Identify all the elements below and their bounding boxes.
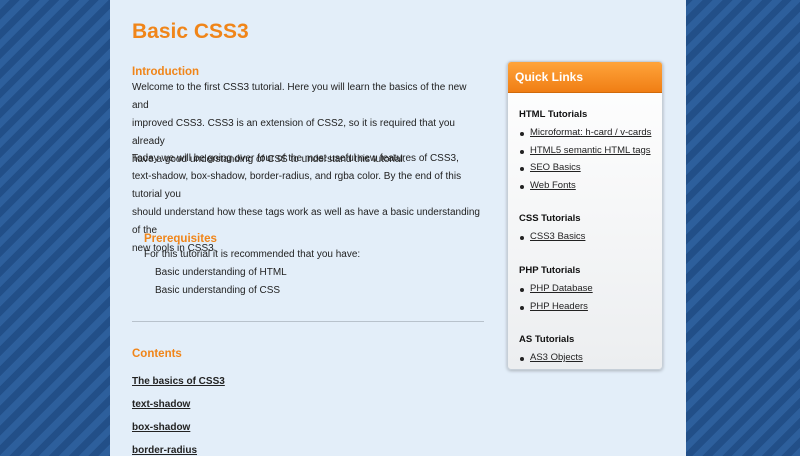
quick-group-css: CSS Tutorials CSS3 Basics <box>519 213 585 249</box>
bullet-icon <box>520 149 524 154</box>
link-css3-basics[interactable]: CSS3 Basics <box>530 231 585 242</box>
list-item: Basic understanding of CSS <box>155 285 281 296</box>
divider <box>132 321 484 322</box>
list-item: HTML5 semantic HTML tags <box>519 145 651 163</box>
contents-heading: Contents <box>132 348 182 360</box>
group-links: Microformat: h-card / v-cards HTML5 sema… <box>519 127 651 197</box>
contents-item: border-radius <box>132 440 225 456</box>
group-title: CSS Tutorials <box>519 213 581 224</box>
list-item: Basic understanding of HTML <box>155 267 287 278</box>
link-php-database[interactable]: PHP Database <box>530 283 593 294</box>
contents-link-box-shadow[interactable]: box-shadow <box>132 422 190 433</box>
prerequisites-list: Basic understanding of HTML Basic unders… <box>155 264 287 300</box>
contents-item: box-shadow <box>132 417 225 440</box>
list-item: PHP Headers <box>519 301 593 319</box>
link-php-headers[interactable]: PHP Headers <box>530 301 588 312</box>
introduction-heading: Introduction <box>132 66 200 78</box>
bullet-icon <box>520 184 524 189</box>
group-title: PHP Tutorials <box>519 265 581 276</box>
bullet-icon <box>520 236 524 240</box>
list-item: SEO Basics <box>519 162 651 180</box>
bullet-icon <box>520 167 524 171</box>
group-links: PHP Database PHP Headers <box>519 283 593 318</box>
link-microformat[interactable]: Microformat: h-card / v-cards <box>530 127 651 138</box>
contents-link-text-shadow[interactable]: text-shadow <box>132 399 190 410</box>
contents-list: The basics of CSS3 text-shadow box-shado… <box>132 371 225 456</box>
quick-links-panel: Quick Links HTML Tutorials Microformat: … <box>507 61 663 370</box>
group-links: CSS3 Basics <box>519 231 585 249</box>
bullet-icon <box>520 305 524 310</box>
paragraph-line: Today we will be going over four of the … <box>132 153 459 164</box>
bullet-icon <box>520 288 524 292</box>
page-content: Basic CSS3 Introduction Welcome to the f… <box>110 0 686 456</box>
quick-group-as: AS Tutorials AS3 Objects <box>519 334 583 369</box>
quick-group-php: PHP Tutorials PHP Database PHP Headers <box>519 265 593 318</box>
paragraph-line: Welcome to the first CSS3 tutorial. Here… <box>132 82 467 111</box>
contents-link-basics[interactable]: The basics of CSS3 <box>132 376 225 387</box>
quick-links-title: Quick Links <box>508 62 662 93</box>
link-html5-semantic[interactable]: HTML5 semantic HTML tags <box>530 145 651 156</box>
link-seo-basics[interactable]: SEO Basics <box>530 162 581 173</box>
bullet-icon <box>520 132 524 136</box>
contents-item: The basics of CSS3 <box>132 371 225 394</box>
list-item: CSS3 Basics <box>519 231 585 249</box>
list-item: Microformat: h-card / v-cards <box>519 127 651 145</box>
quick-group-html: HTML Tutorials Microformat: h-card / v-c… <box>519 109 651 197</box>
contents-item: text-shadow <box>132 394 225 417</box>
list-item: AS3 Objects <box>519 352 583 369</box>
link-web-fonts[interactable]: Web Fonts <box>530 180 576 191</box>
contents-link-border-radius[interactable]: border-radius <box>132 445 197 456</box>
list-item: PHP Database <box>519 283 593 301</box>
paragraph-line: text-shadow, box-shadow, border-radius, … <box>132 171 462 200</box>
group-links: AS3 Objects <box>519 352 583 369</box>
page-title: Basic CSS3 <box>132 20 249 43</box>
link-as3-objects[interactable]: AS3 Objects <box>530 352 583 363</box>
bullet-icon <box>520 357 524 361</box>
group-title: AS Tutorials <box>519 334 575 345</box>
prerequisites-intro: For this tutorial it is recommended that… <box>144 249 361 260</box>
group-title: HTML Tutorials <box>519 109 588 120</box>
list-item: Web Fonts <box>519 180 651 198</box>
prerequisites-heading: Prerequisites <box>144 233 217 245</box>
paragraph-line: improved CSS3. CSS3 is an extension of C… <box>132 118 455 147</box>
